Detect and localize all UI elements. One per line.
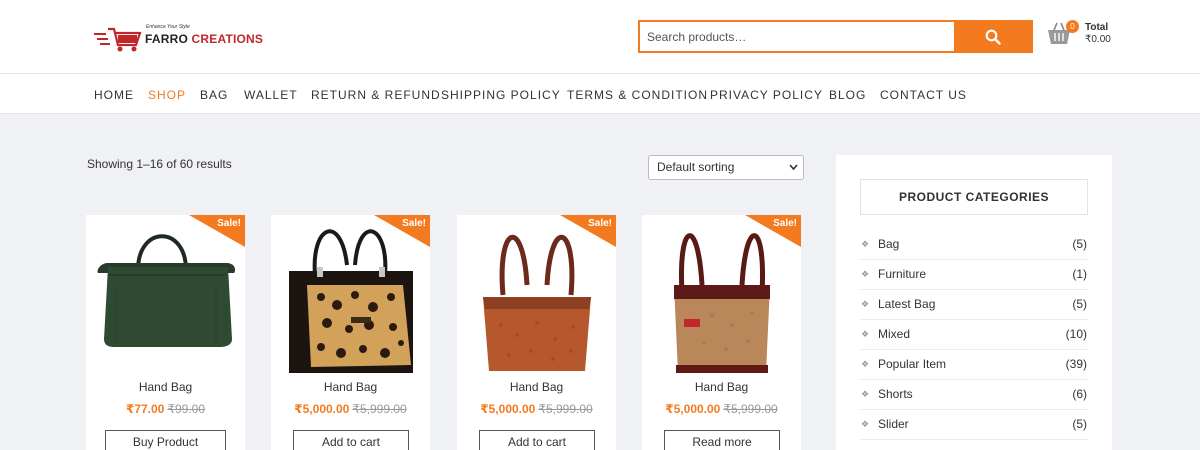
nav-terms-condition[interactable]: TERMS & CONDITION	[567, 88, 708, 102]
site-logo[interactable]: Enhance Your Style FARRO CREATIONS	[94, 23, 269, 55]
nav-bag[interactable]: BAG	[200, 88, 228, 102]
diamond-bullet-icon: ❖	[861, 359, 870, 369]
category-count: (6)	[1072, 387, 1087, 401]
search-icon	[985, 29, 1001, 45]
nav-home[interactable]: HOME	[94, 88, 134, 102]
sale-badge-label: Sale!	[402, 218, 426, 229]
nav-contact-us[interactable]: CONTACT US	[880, 88, 967, 102]
category-item-shorts[interactable]: ❖ Shorts (6)	[860, 380, 1088, 410]
regular-price: ₹99.00	[167, 402, 206, 416]
category-count: (5)	[1072, 297, 1087, 311]
category-item-slider[interactable]: ❖ Slider (5)	[860, 410, 1088, 440]
sort-value: Default sorting	[657, 160, 735, 174]
chevron-down-icon	[789, 164, 798, 171]
logo-tagline: Enhance Your Style	[146, 24, 190, 30]
category-item-mixed[interactable]: ❖ Mixed (10)	[860, 320, 1088, 350]
diamond-bullet-icon: ❖	[861, 419, 870, 429]
category-name[interactable]: Slider	[878, 417, 909, 431]
cart-count-badge: 0	[1066, 20, 1079, 33]
regular-price: ₹5,999.00	[352, 402, 407, 416]
nav-privacy-policy[interactable]: PRIVACY POLICY	[710, 88, 823, 102]
category-count: (5)	[1072, 417, 1087, 431]
diamond-bullet-icon: ❖	[861, 269, 870, 279]
product-card[interactable]: Sale! Hand Bag ₹77.00 ₹99.00 Buy Product	[86, 215, 245, 450]
regular-price: ₹5,999.00	[723, 402, 778, 416]
category-count: (1)	[1072, 267, 1087, 281]
diamond-bullet-icon: ❖	[861, 389, 870, 399]
category-count: (39)	[1065, 357, 1087, 371]
category-item-furniture[interactable]: ❖ Furniture (1)	[860, 260, 1088, 290]
category-name[interactable]: Furniture	[878, 267, 926, 281]
site-header: Enhance Your Style FARRO CREATIONS 0 Tot…	[0, 0, 1200, 74]
cart-logo-icon	[94, 27, 142, 52]
product-title[interactable]: Hand Bag	[642, 380, 801, 394]
category-name[interactable]: Latest Bag	[878, 297, 935, 311]
diamond-bullet-icon: ❖	[861, 299, 870, 309]
category-name[interactable]: Bag	[878, 237, 899, 251]
sale-badge-label: Sale!	[217, 218, 241, 229]
sale-badge: Sale!	[374, 215, 430, 247]
product-title[interactable]: Hand Bag	[271, 380, 430, 394]
sale-badge: Sale!	[189, 215, 245, 247]
buy-product-button[interactable]: Buy Product	[105, 430, 226, 450]
category-item-bag[interactable]: ❖ Bag (5)	[860, 230, 1088, 260]
logo-name-part2: CREATIONS	[191, 32, 264, 46]
diamond-bullet-icon: ❖	[861, 329, 870, 339]
product-title[interactable]: Hand Bag	[86, 380, 245, 394]
nav-wallet[interactable]: WALLET	[244, 88, 298, 102]
results-count: Showing 1–16 of 60 results	[87, 157, 232, 171]
sale-badge-label: Sale!	[773, 218, 797, 229]
diamond-bullet-icon: ❖	[861, 239, 870, 249]
product-title[interactable]: Hand Bag	[457, 380, 616, 394]
cart-total-label: Total	[1085, 22, 1109, 33]
sale-price: ₹5,000.00	[665, 402, 721, 416]
product-card[interactable]: Sale! Hand Bag ₹5,000.00 ₹5,999.00 Add to…	[271, 215, 430, 450]
add-to-cart-button[interactable]: Add to cart	[293, 430, 409, 450]
product-price: ₹5,000.00 ₹5,999.00	[642, 402, 801, 416]
logo-text: FARRO CREATIONS	[145, 32, 263, 46]
category-name[interactable]: Shorts	[878, 387, 913, 401]
sale-badge: Sale!	[560, 215, 616, 247]
logo-name-part1: FARRO	[145, 32, 192, 46]
nav-blog[interactable]: BLOG	[829, 88, 866, 102]
category-name[interactable]: Mixed	[878, 327, 910, 341]
product-price: ₹77.00 ₹99.00	[86, 402, 245, 416]
search-input[interactable]	[640, 22, 954, 51]
nav-shop[interactable]: SHOP	[148, 88, 186, 102]
product-price: ₹5,000.00 ₹5,999.00	[457, 402, 616, 416]
product-card[interactable]: Sale! Hand Bag ₹5,000.00 ₹5,999.00 Read m…	[642, 215, 801, 450]
product-card[interactable]: Sale! Hand Bag ₹5,000.00 ₹5,999.00 Add to…	[457, 215, 616, 450]
widget-title: PRODUCT CATEGORIES	[860, 179, 1088, 215]
read-more-button[interactable]: Read more	[664, 430, 780, 450]
sale-badge-label: Sale!	[588, 218, 612, 229]
add-to-cart-button[interactable]: Add to cart	[479, 430, 595, 450]
main-nav: HOME SHOP BAG WALLET RETURN & REFUND SHI…	[0, 74, 1200, 114]
search-button[interactable]	[954, 22, 1031, 51]
product-price: ₹5,000.00 ₹5,999.00	[271, 402, 430, 416]
sale-price: ₹77.00	[125, 402, 165, 416]
regular-price: ₹5,999.00	[538, 402, 593, 416]
category-count: (5)	[1072, 237, 1087, 251]
sale-price: ₹5,000.00	[480, 402, 536, 416]
sale-badge: Sale!	[745, 215, 801, 247]
category-count: (10)	[1065, 327, 1087, 341]
category-name[interactable]: Popular Item	[878, 357, 946, 371]
nav-shipping-policy[interactable]: SHIPPING POLICY	[441, 88, 561, 102]
sort-select[interactable]: Default sorting	[648, 155, 804, 180]
nav-return-refund[interactable]: RETURN & REFUND	[311, 88, 441, 102]
product-search	[638, 20, 1033, 53]
category-item-latest-bag[interactable]: ❖ Latest Bag (5)	[860, 290, 1088, 320]
category-item-popular-item[interactable]: ❖ Popular Item (39)	[860, 350, 1088, 380]
cart-total-value: ₹0.00	[1085, 34, 1111, 45]
sidebar-widget: PRODUCT CATEGORIES ❖ Bag (5) ❖ Furniture…	[836, 155, 1112, 450]
sale-price: ₹5,000.00	[294, 402, 350, 416]
